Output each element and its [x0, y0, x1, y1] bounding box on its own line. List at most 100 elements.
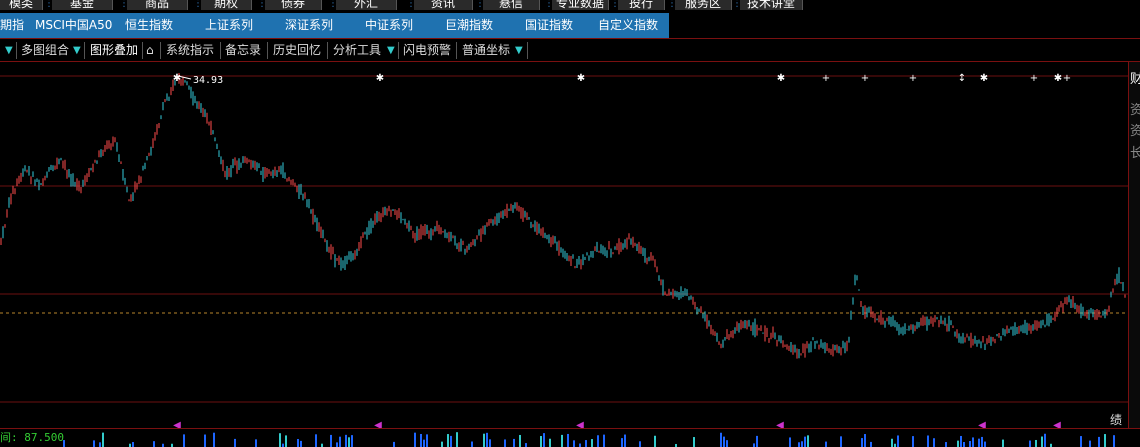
event-star-icon[interactable]: ✱ [173, 73, 181, 84]
toolbar-divider [142, 42, 143, 59]
event-star-icon[interactable]: ✱ [980, 73, 988, 84]
tab-guozheng-index[interactable]: 国证指数 [525, 13, 573, 38]
top-menu-item[interactable]: 技术讲堂 [740, 0, 803, 10]
volume-bar [1098, 436, 1100, 447]
right-panel-item[interactable]: 资 [1130, 99, 1140, 118]
volume-bar [330, 434, 332, 447]
high-price-label: 34.93 [193, 75, 223, 86]
candlestick-series [0, 73, 1126, 359]
volume-bar [1041, 436, 1043, 447]
volume-bar [1089, 440, 1091, 447]
overlay-button[interactable]: 图形叠加 [90, 42, 138, 59]
volume-bar [300, 440, 302, 447]
volume-bar [315, 434, 317, 447]
top-menu-item[interactable]: 模类 [0, 0, 43, 10]
flash-alert-button[interactable]: 闪电预警 [403, 42, 451, 59]
volume-bar [756, 435, 758, 447]
multi-chart-button[interactable]: 多图组合 [21, 42, 69, 59]
volume-bar [345, 434, 347, 447]
menu-separator-icon: ⋮ [610, 0, 620, 9]
volume-bar [1080, 436, 1082, 447]
tab-custom-index[interactable]: 自定义指数 [598, 13, 658, 38]
axis-mode-dropdown-icon[interactable]: ▼ [515, 42, 525, 59]
top-menu-item[interactable]: 悬信 [483, 0, 540, 10]
volume-bar [183, 434, 185, 447]
toolbar-divider [160, 42, 161, 59]
volume-bar [279, 433, 281, 447]
analysis-tools-button[interactable]: 分析工具 [333, 42, 381, 59]
volume-bars [63, 432, 1115, 447]
volume-bar [573, 440, 575, 447]
right-panel-item[interactable]: 财 [1130, 68, 1140, 87]
volume-bar [282, 443, 284, 447]
tab-csi-series[interactable]: 中证系列 [365, 13, 413, 38]
event-star-icon[interactable]: + [861, 73, 869, 84]
event-star-icon[interactable]: ✱ [577, 73, 585, 84]
period-marker-icon[interactable]: ◀ [1053, 420, 1061, 428]
volume-bar [960, 435, 962, 447]
volume-bar [153, 441, 155, 447]
analysis-dropdown-icon[interactable]: ▼ [387, 42, 397, 59]
volume-bar [204, 434, 206, 447]
volume-bar [336, 442, 338, 447]
right-panel-item[interactable]: 资 [1130, 120, 1140, 139]
volume-bar [1029, 440, 1031, 447]
volume-bar [414, 432, 416, 447]
volume-bar [597, 435, 599, 447]
menu-separator-icon: ⋮ [119, 0, 129, 9]
volume-bar [285, 435, 287, 447]
top-menu-item[interactable]: 专业数据 [552, 0, 609, 10]
system-indicator-button[interactable]: 系统指示 [166, 42, 214, 59]
volume-bar [102, 432, 104, 447]
tab-shenzhen-series[interactable]: 深证系列 [285, 13, 333, 38]
multi-chart-dropdown-icon[interactable]: ▼ [73, 42, 83, 59]
period-marker-icon[interactable]: ◀ [374, 420, 382, 428]
lock-icon[interactable]: ⌂ [146, 42, 154, 59]
right-panel-item[interactable]: 长 [1130, 142, 1140, 161]
event-star-icon[interactable]: ✱ [777, 73, 785, 84]
tab-futures-index[interactable]: 期指 [0, 13, 24, 38]
top-menu-item[interactable]: 服务区 [675, 0, 732, 10]
top-menu-item[interactable]: 外汇 [336, 0, 397, 10]
volume-bar [864, 434, 866, 447]
memo-button[interactable]: 备忘录 [225, 42, 261, 59]
volume-bar [567, 433, 569, 447]
volume-bar [825, 441, 827, 447]
volume-bar [579, 443, 581, 447]
top-menu-item[interactable]: 商品 [127, 0, 188, 10]
dropdown-arrow-icon[interactable]: ▼ [5, 42, 15, 59]
volume-bar [870, 441, 872, 447]
volume-bar [450, 435, 452, 447]
tab-cninfo-index[interactable]: 巨潮指数 [445, 13, 493, 38]
event-star-icon[interactable]: + [822, 73, 830, 84]
event-star-icon[interactable]: + [909, 73, 917, 84]
tab-msci-a50[interactable]: MSCI中国A50 [35, 13, 112, 38]
toolbar-divider [267, 42, 268, 59]
event-star-icon[interactable]: ↕ [958, 73, 966, 84]
volume-bar [351, 435, 353, 447]
history-button[interactable]: 历史回忆 [273, 42, 321, 59]
top-menu-item[interactable]: 期权 [201, 0, 252, 10]
period-marker-icon[interactable]: ◀ [776, 420, 784, 428]
event-star-icon[interactable]: + [1030, 73, 1038, 84]
top-menu-item[interactable]: 债券 [265, 0, 322, 10]
index-tab-row: 期指 MSCI中国A50 恒生指数 上证系列 深证系列 中证系列 巨潮指数 国证… [0, 13, 1140, 38]
period-marker-icon[interactable]: ◀ [576, 420, 584, 428]
volume-bar [639, 441, 641, 447]
volume-bar [804, 436, 806, 447]
top-menu-item[interactable]: 资讯 [414, 0, 473, 10]
event-star-icon[interactable]: ✱ [1054, 73, 1062, 84]
period-marker-icon[interactable]: ◀ [173, 420, 181, 428]
volume-strip: 间: 87.500 [0, 428, 1140, 447]
volume-bar [540, 436, 542, 447]
tab-shanghai-series[interactable]: 上证系列 [205, 13, 253, 38]
period-marker-icon[interactable]: ◀ [978, 420, 986, 428]
event-star-icon[interactable]: + [1063, 73, 1071, 84]
top-menu-item[interactable]: 基金 [52, 0, 113, 10]
tab-hang-seng[interactable]: 恒生指数 [125, 13, 173, 38]
event-star-icon[interactable]: ✱ [376, 73, 384, 84]
top-menu-item[interactable]: 投行 [618, 0, 665, 10]
toolbar-divider [220, 42, 221, 59]
axis-mode-button[interactable]: 普通坐标 [462, 42, 510, 59]
price-chart[interactable]: ✱ ✱ ✱ ✱ + + + ↕ ✱ + ✱ +◀ ◀ ◀ ◀ ◀ ◀ 34.93 绩 [0, 62, 1128, 428]
